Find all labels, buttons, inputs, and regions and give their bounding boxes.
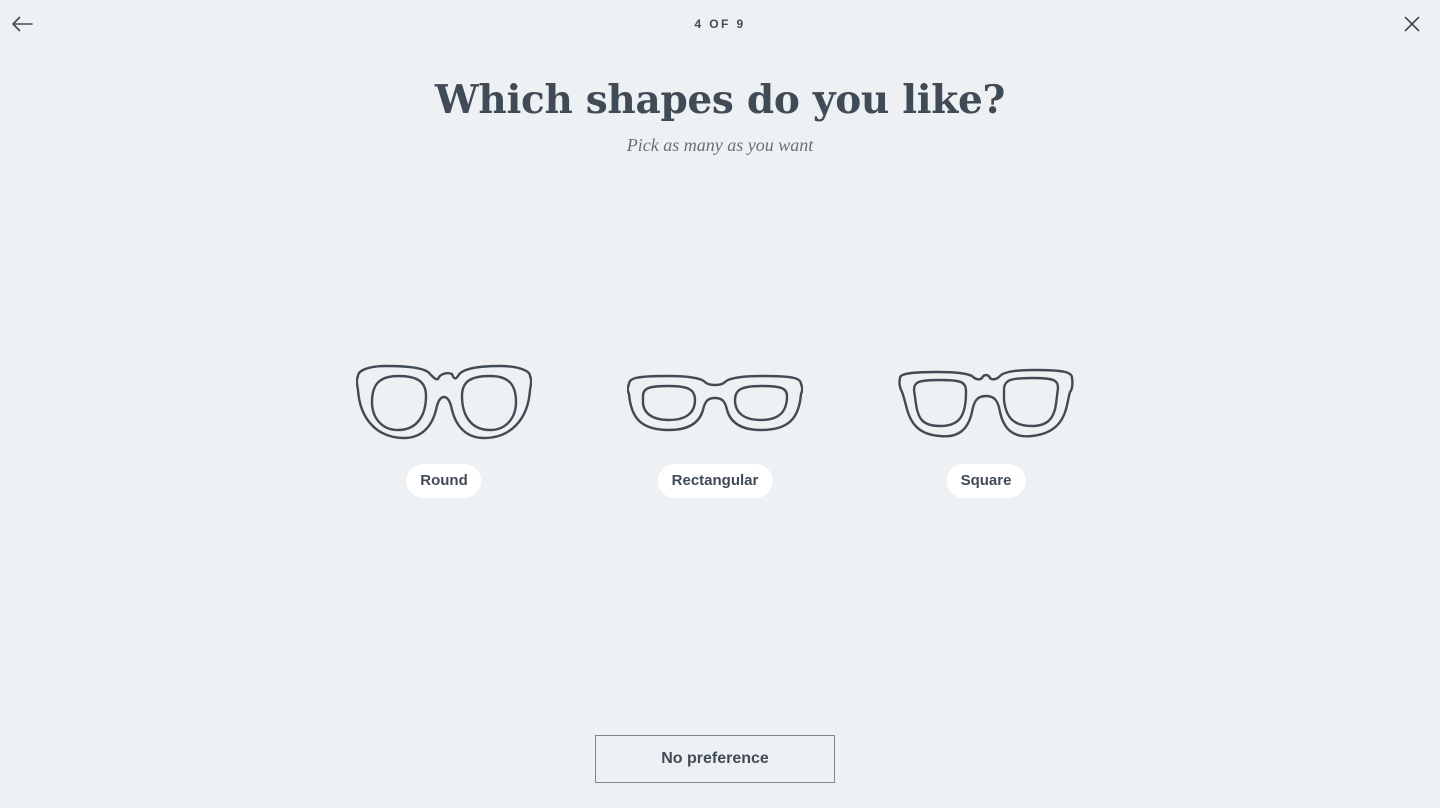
shape-option-label: Square bbox=[946, 464, 1026, 498]
quiz-page: 4 OF 9 Which shapes do you like? Pick as… bbox=[0, 0, 1440, 808]
shape-option-label: Round bbox=[406, 464, 482, 498]
round-glasses-icon bbox=[356, 364, 532, 440]
close-button[interactable] bbox=[1398, 10, 1426, 38]
shape-options: Round Rectangular Square bbox=[0, 360, 1440, 510]
square-glasses-icon bbox=[898, 368, 1074, 438]
step-indicator: 4 OF 9 bbox=[694, 17, 746, 31]
close-icon bbox=[1404, 16, 1420, 32]
shape-option-square[interactable]: Square bbox=[886, 360, 1086, 500]
no-preference-button[interactable]: No preference bbox=[595, 735, 835, 783]
rectangular-glasses-icon bbox=[627, 374, 803, 432]
shape-option-label: Rectangular bbox=[657, 464, 773, 498]
page-title: Which shapes do you like? bbox=[434, 77, 1006, 123]
shape-option-round[interactable]: Round bbox=[344, 360, 544, 500]
page-subtitle: Pick as many as you want bbox=[626, 135, 814, 155]
shape-option-rectangular[interactable]: Rectangular bbox=[615, 360, 815, 500]
